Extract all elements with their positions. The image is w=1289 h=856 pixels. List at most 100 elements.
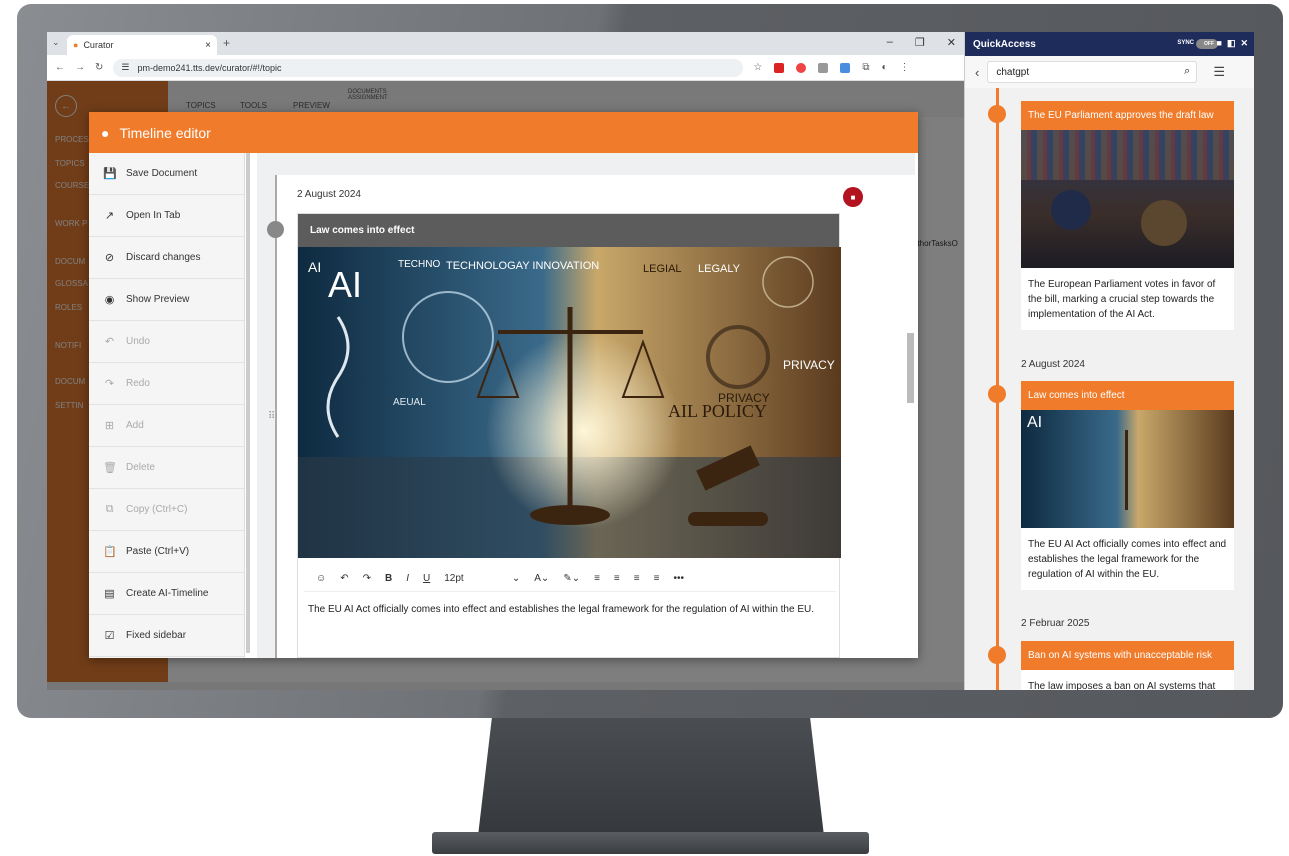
copy-icon: ⧉ (105, 503, 114, 515)
highlight-icon[interactable]: ✎⌄ (563, 573, 580, 584)
undo-icon[interactable]: ↶ (340, 573, 348, 584)
editor-content: ⠿ 2 August 2024 ■ Law comes into effect (257, 153, 915, 658)
italic-button[interactable]: I (406, 573, 409, 584)
image-word: AI (308, 259, 321, 275)
extension-icon[interactable] (774, 62, 785, 73)
window-icon[interactable]: ■ (1217, 38, 1222, 49)
entry-text[interactable]: The EU AI Act officially comes into effe… (308, 604, 814, 615)
search-icon[interactable]: ⌕ (1184, 65, 1190, 78)
redo-icon[interactable]: ↷ (363, 573, 371, 584)
timeline-item[interactable]: Law comes into effect AI The EU AI Act o… (1021, 381, 1234, 590)
save-icon: 💾 (103, 168, 117, 180)
quickaccess-search-row: ‹ chatgpt ⌕ ☰ (965, 56, 1254, 88)
restore-icon[interactable]: ❐ (915, 36, 925, 49)
new-tab-icon[interactable]: + (223, 36, 230, 50)
menu-item-label: Save Document (126, 168, 198, 179)
apple-logo-icon: ● (101, 124, 110, 141)
timeline-item[interactable]: The EU Parliament approves the draft law… (1021, 101, 1234, 330)
menu-item-fixed-sidebar[interactable]: ☑ Fixed sidebar (89, 615, 244, 657)
discard-icon: ⊘ (104, 252, 115, 264)
timeline-item-title: Ban on AI systems with unacceptable risk (1021, 641, 1234, 670)
menu-item-add[interactable]: ⊞ Add (89, 405, 244, 447)
menu-item-label: Redo (126, 378, 150, 389)
content-scrollbar[interactable] (907, 333, 914, 403)
camera-icon[interactable] (818, 62, 829, 73)
menu-item-discard-changes[interactable]: ⊘ Discard changes (89, 237, 244, 279)
align-left-icon[interactable]: ≡ (594, 573, 600, 584)
bold-button[interactable]: B (385, 573, 392, 584)
pocket-icon[interactable] (796, 62, 807, 73)
redo-icon: ↷ (104, 378, 115, 390)
image-word: LEGALY (698, 263, 741, 275)
menu-item-create-ai-timeline[interactable]: ▤ Create AI-Timeline (89, 573, 244, 615)
menu-item-undo[interactable]: ↶ Undo (89, 321, 244, 363)
forward-icon[interactable]: → (75, 62, 85, 73)
delete-entry-button[interactable]: ■ (843, 187, 863, 207)
align-right-icon[interactable]: ≡ (634, 573, 640, 584)
browser-tab[interactable]: ● Curator × (67, 35, 217, 55)
menu-item-open-in-tab[interactable]: ↗ Open In Tab (89, 195, 244, 237)
entry-date: 2 August 2024 (297, 189, 361, 200)
timeline-item-title: The EU Parliament approves the draft law (1021, 101, 1234, 130)
site-info-icon[interactable]: ☰ (121, 62, 129, 73)
quickaccess-header: QuickAccess SYNC OFF ■ ◧ ✕ (965, 32, 1254, 56)
underline-button[interactable]: U (423, 573, 430, 584)
font-size-select[interactable]: 12pt ⌄ (444, 573, 520, 584)
timeline-item-body: The EU AI Act officially comes into effe… (1028, 539, 1227, 580)
reload-icon[interactable]: ↻ (95, 62, 103, 73)
timeline-dot (988, 646, 1006, 664)
menu-item-copy-ctrl-c[interactable]: ⧉ Copy (Ctrl+C) (89, 489, 244, 531)
menu-item-label: Fixed sidebar (126, 630, 187, 641)
minimize-icon[interactable]: – (887, 36, 893, 49)
text-color-icon[interactable]: A⌄ (534, 573, 549, 584)
image-word: AI (328, 264, 362, 305)
web-page: ← PROCESS TOPICS COURSE WORK P DOCUM GLO… (47, 81, 964, 690)
menu-item-label: Open In Tab (126, 210, 181, 221)
image-word: TECHNOLOGAY INNOVATION (446, 260, 599, 272)
taskbar-strip (47, 682, 964, 690)
more-icon[interactable]: ••• (673, 573, 684, 584)
tab-close-icon[interactable]: × (205, 40, 211, 51)
puzzle-icon[interactable]: ⧉ (862, 62, 869, 73)
align-center-icon[interactable]: ≡ (614, 573, 620, 584)
quickaccess-search-input[interactable]: chatgpt ⌕ (987, 61, 1198, 83)
menu-item-label: Paste (Ctrl+V) (126, 546, 190, 557)
profile-icon[interactable]: ◐ (882, 62, 888, 73)
bookmark-star-icon[interactable]: ☆ (753, 62, 762, 73)
image-word: AEUAL (393, 397, 426, 408)
extension-icon[interactable] (840, 62, 851, 73)
emoji-icon[interactable]: ☺ (316, 573, 326, 584)
menu-item-label: Show Preview (126, 294, 190, 305)
timeline-date: 2 Februar 2025 (1021, 618, 1090, 629)
tab-title: Curator (83, 40, 114, 50)
menu-scrollbar[interactable] (246, 153, 250, 653)
timeline-icon: ▤ (104, 588, 115, 600)
back-chevron-icon[interactable]: ‹ (975, 65, 979, 80)
back-icon[interactable]: ← (55, 62, 65, 73)
timeline-item[interactable]: Ban on AI systems with unacceptable risk… (1021, 641, 1234, 690)
entry-title[interactable]: Law comes into effect (298, 214, 839, 247)
timeline-card: 2 August 2024 ■ Law comes into effect AI… (267, 175, 915, 658)
url-field[interactable]: ☰ pm-demo241.tts.dev/curator/#!/topic (113, 58, 744, 77)
timeline-dot (267, 221, 284, 238)
close-window-icon[interactable]: ✕ (947, 36, 956, 49)
sync-toggle[interactable]: OFF (1196, 39, 1218, 49)
split-view-icon[interactable]: ◧ (1227, 38, 1236, 49)
menu-item-save-document[interactable]: 💾 Save Document (89, 153, 244, 195)
ai-law-illustration: AI AI TECHNO TECHNOLOGAY INNOVATION LEGI… (298, 247, 841, 558)
tab-list-icon[interactable]: ⌄ (52, 37, 60, 48)
timeline-item-title: Law comes into effect (1021, 381, 1234, 410)
close-panel-icon[interactable]: ✕ (1240, 38, 1248, 49)
trash-icon: 🗑 (103, 462, 117, 474)
monitor-stand-neck (478, 718, 824, 836)
open-tab-icon: ↗ (104, 210, 115, 222)
menu-item-redo[interactable]: ↷ Redo (89, 363, 244, 405)
menu-item-show-preview[interactable]: ◉ Show Preview (89, 279, 244, 321)
menu-item-label: Undo (126, 336, 150, 347)
hamburger-menu-icon[interactable]: ☰ (1213, 64, 1225, 80)
ai-law-thumbnail: AI (1021, 410, 1234, 528)
menu-item-delete[interactable]: 🗑 Delete (89, 447, 244, 489)
menu-dots-icon[interactable]: ⋮ (900, 62, 910, 73)
justify-icon[interactable]: ≡ (654, 573, 660, 584)
menu-item-paste-ctrl-v[interactable]: 📋 Paste (Ctrl+V) (89, 531, 244, 573)
